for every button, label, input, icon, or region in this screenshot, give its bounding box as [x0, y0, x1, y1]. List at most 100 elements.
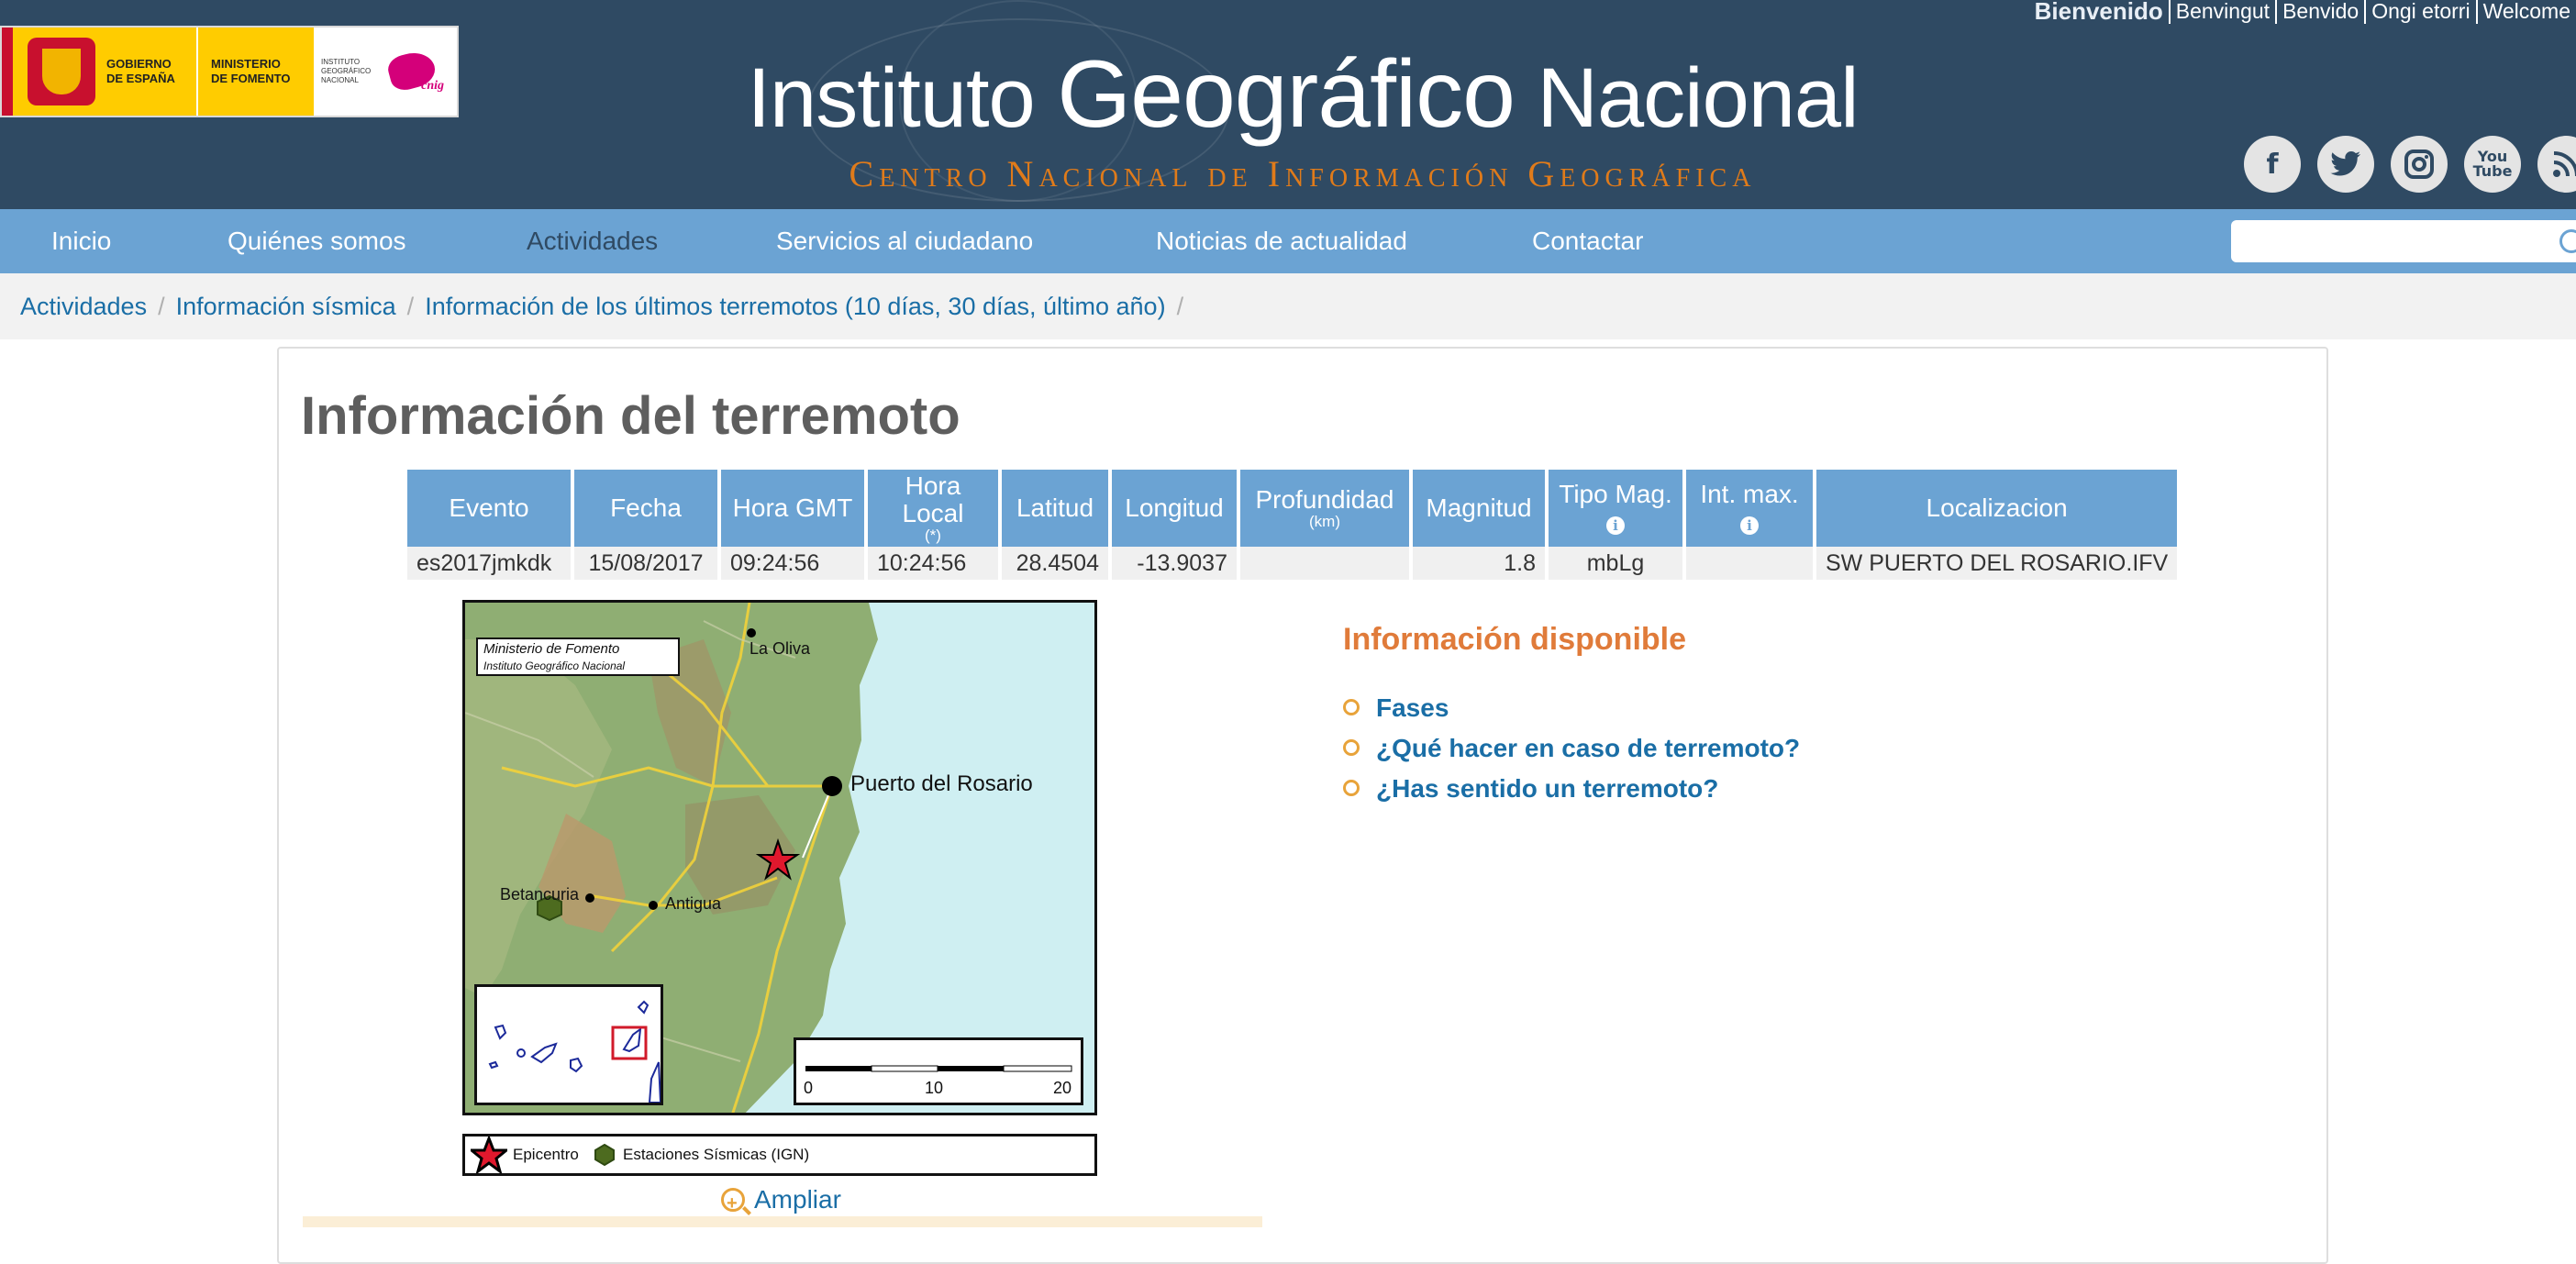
breadcrumb-actividades[interactable]: Actividades: [20, 293, 147, 320]
search-input[interactable]: [2231, 220, 2576, 262]
breadcrumb-separator: /: [158, 293, 165, 320]
ampliar-label: Ampliar: [754, 1185, 841, 1214]
info-disponible-title: Información disponible: [1343, 622, 1687, 657]
logo-white-panel: INSTITUTO GEOGRÁFICO NACIONAL cnig: [314, 28, 457, 116]
circle-bullet-icon: [1343, 698, 1360, 715]
map-label-betancuria: Betancuria: [500, 885, 580, 904]
cell-int-max: [1686, 547, 1813, 580]
bottom-panel-edge: [303, 1216, 1262, 1227]
col-evento: Evento: [407, 470, 571, 547]
scale-label-0: 0: [804, 1079, 814, 1097]
nav-item-quienes-somos[interactable]: Quiénes somos: [228, 209, 406, 273]
gobierno-espana-logo[interactable]: GOBIERNO DE ESPAÑA MINISTERIO DE FOMENTO…: [0, 26, 459, 117]
col-profundidad-unit: (km): [1309, 513, 1340, 530]
twitter-icon[interactable]: [2317, 136, 2374, 193]
breadcrumb-ultimos-terremotos[interactable]: Información de los últimos terremotos (1…: [425, 293, 1165, 320]
info-icon[interactable]: i: [1740, 516, 1759, 535]
cell-profundidad: [1240, 547, 1409, 580]
nav-item-noticias[interactable]: Noticias de actualidad: [1156, 209, 1407, 273]
cell-localizacion: SW PUERTO DEL ROSARIO.IFV: [1816, 547, 2178, 580]
site-subtitle: Centro Nacional de Información Geográfic…: [849, 153, 1757, 194]
lang-bienvenido[interactable]: Bienvenido: [2029, 0, 2169, 24]
cell-latitud: 28.4504: [1002, 547, 1108, 580]
map-credit-line2: Instituto Geográfico Nacional: [483, 660, 626, 672]
info-icon[interactable]: i: [1606, 516, 1625, 535]
epicenter-star-icon: [471, 1136, 507, 1173]
cnig-word: cnig: [421, 79, 444, 93]
breadcrumb-separator: /: [406, 293, 415, 320]
map-label-antigua: Antigua: [665, 894, 722, 913]
social-links: f You Tube: [2244, 136, 2576, 193]
col-latitud: Latitud: [1002, 470, 1108, 547]
cell-evento: es2017jmkdk: [407, 547, 571, 580]
nav-item-actividades[interactable]: Actividades: [527, 209, 658, 273]
breadcrumb-separator: /: [1176, 293, 1184, 320]
cell-magnitud: 1.8: [1413, 547, 1545, 580]
ampliar-link[interactable]: Ampliar: [721, 1181, 841, 1222]
list-item: ¿Qué hacer en caso de terremoto?: [1343, 730, 1800, 771]
lang-ongi-etorri[interactable]: Ongi etorri: [2364, 0, 2475, 24]
breadcrumb-informacion-sismica[interactable]: Información sísmica: [176, 293, 396, 320]
ministry-line2: DE FOMENTO: [211, 72, 291, 85]
coat-of-arms-icon: [28, 38, 95, 105]
ign-small-text: INSTITUTO GEOGRÁFICO NACIONAL: [321, 58, 372, 84]
circle-bullet-icon: [1343, 738, 1360, 756]
lang-welcome[interactable]: Welcome: [2475, 0, 2576, 24]
cnig-logo-icon: cnig: [382, 46, 446, 97]
col-hora-gmt: Hora GMT: [721, 470, 864, 547]
language-bar: Bienvenido Benvingut Benvido Ongi etorri…: [2029, 0, 2576, 24]
col-hora-local-note[interactable]: (*): [873, 527, 993, 544]
col-tipo-mag-label: Tipo Mag.: [1559, 480, 1672, 508]
station-hexagon-icon: [594, 1144, 615, 1166]
site-title-part1: Instituto: [747, 51, 1058, 145]
table-header-row: Evento Fecha Hora GMT Hora Local (*) Lati…: [407, 470, 2178, 547]
col-tipo-mag: Tipo Mag. i: [1549, 470, 1682, 547]
lang-benvingut[interactable]: Benvingut: [2168, 0, 2275, 24]
ministry-text: MINISTERIO DE FOMENTO: [211, 57, 303, 86]
link-fases[interactable]: Fases: [1376, 693, 1449, 722]
nav-item-servicios[interactable]: Servicios al ciudadano: [776, 209, 1033, 273]
map-label-puerto-del-rosario: Puerto del Rosario: [850, 771, 1033, 796]
site-title[interactable]: Instituto Geográfico Nacional: [734, 44, 1871, 149]
col-int-max: Int. max. i: [1686, 470, 1813, 547]
instagram-icon[interactable]: [2391, 136, 2448, 193]
col-magnitud: Magnitud: [1413, 470, 1545, 547]
rss-icon[interactable]: [2537, 136, 2576, 193]
col-longitud: Longitud: [1112, 470, 1237, 547]
nav-item-inicio[interactable]: Inicio: [51, 209, 111, 273]
epicenter-map[interactable]: Ministerio de Fomento Instituto Geográfi…: [462, 600, 1097, 1115]
col-profundidad: Profundidad (km): [1240, 470, 1409, 547]
zoom-in-icon: [721, 1185, 745, 1222]
circle-bullet-icon: [1343, 779, 1360, 796]
map-credit: Ministerio de Fomento Instituto Geográfi…: [476, 638, 680, 676]
breadcrumb: Actividades / Información sísmica / Informac…: [0, 273, 2576, 339]
table-row: es2017jmkdk 15/08/2017 09:24:56 10:24:56…: [407, 547, 2178, 580]
link-has-sentido[interactable]: ¿Has sentido un terremoto?: [1376, 774, 1718, 803]
col-hora-local: Hora Local (*): [868, 470, 998, 547]
page-title: Información del terremoto: [301, 386, 960, 446]
lang-benvido[interactable]: Benvido: [2275, 0, 2364, 24]
instagram-shape: [2404, 150, 2434, 179]
scale-label-20: 20: [1053, 1079, 1072, 1097]
search-icon[interactable]: [2554, 226, 2576, 257]
scale-bar-graphic: [805, 1065, 1072, 1072]
main-nav: Inicio Quiénes somos Actividades Servici…: [0, 209, 2576, 273]
cell-fecha: 15/08/2017: [574, 547, 717, 580]
site-header: GOBIERNO DE ESPAÑA MINISTERIO DE FOMENTO…: [0, 0, 2576, 209]
canary-islands-inset: [474, 984, 663, 1105]
youtube-icon[interactable]: You Tube: [2464, 136, 2521, 193]
scale-label-10: 10: [925, 1079, 944, 1097]
map-legend: Epicentro Estaciones Sísmicas (IGN): [462, 1134, 1097, 1176]
earthquake-table: Evento Fecha Hora GMT Hora Local (*) Lati…: [404, 470, 2181, 580]
link-que-hacer[interactable]: ¿Qué hacer en caso de terremoto?: [1376, 734, 1800, 762]
rss-shape: [2553, 151, 2576, 177]
facebook-icon[interactable]: f: [2244, 136, 2301, 193]
col-profundidad-label: Profundidad: [1255, 485, 1394, 514]
logo-red-bar: [2, 28, 13, 116]
ministry-line1: MINISTERIO: [211, 57, 281, 71]
cell-hora-local: 10:24:56: [868, 547, 998, 580]
info-links-list: Fases ¿Qué hacer en caso de terremoto? ¿…: [1343, 690, 1800, 811]
nav-item-contactar[interactable]: Contactar: [1532, 209, 1643, 273]
map-label-la-oliva: La Oliva: [749, 639, 811, 658]
map-scale-bar: 0 10 20: [794, 1037, 1083, 1105]
